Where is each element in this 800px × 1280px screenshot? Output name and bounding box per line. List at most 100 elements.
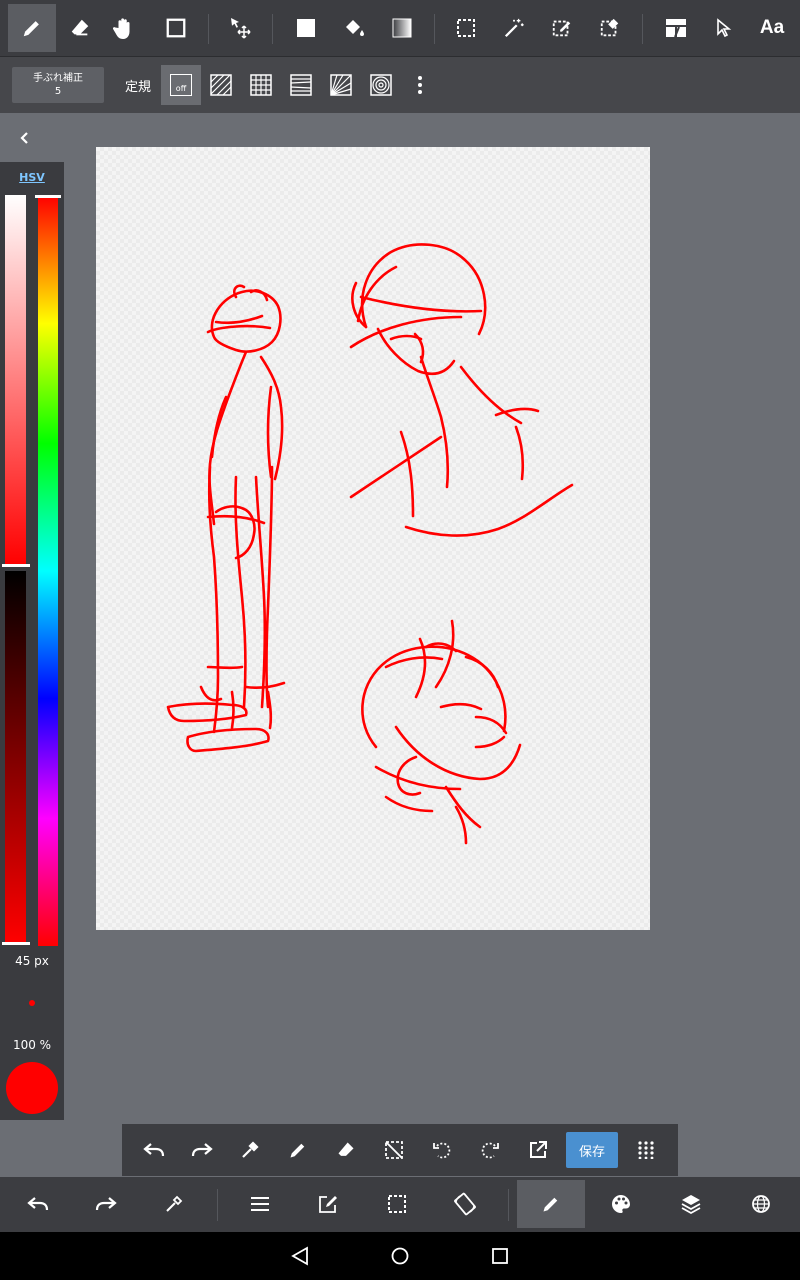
bottom-toolbar bbox=[0, 1177, 800, 1232]
quick-eyedropper-button[interactable] bbox=[230, 1130, 270, 1170]
rotate-screen-button[interactable] bbox=[441, 1180, 489, 1228]
brush-size-label[interactable]: 45 px bbox=[0, 954, 64, 968]
system-navigation-bar bbox=[0, 1232, 800, 1280]
stabilizer-button[interactable]: 手ぶれ補正 5 bbox=[12, 67, 104, 103]
collapse-panel-button[interactable] bbox=[12, 126, 36, 150]
sketch-drawing bbox=[166, 243, 574, 845]
pen-icon bbox=[288, 1140, 308, 1160]
edit-icon bbox=[318, 1194, 338, 1214]
stabilizer-value: 5 bbox=[54, 86, 62, 97]
opacity-label[interactable]: 100 % bbox=[0, 1038, 64, 1052]
separator bbox=[642, 14, 643, 44]
back-nav-icon bbox=[291, 1246, 309, 1266]
brush-options-bar: 手ぶれ補正 5 定規 off bbox=[0, 57, 800, 113]
brush-panel-button[interactable] bbox=[517, 1180, 585, 1228]
ruler-concentric-button[interactable] bbox=[361, 65, 401, 105]
quick-pen-button[interactable] bbox=[278, 1130, 318, 1170]
quick-undo-button[interactable] bbox=[134, 1130, 174, 1170]
brush-preview bbox=[29, 1000, 35, 1006]
eraser-tool-button[interactable] bbox=[56, 4, 104, 52]
quick-rotate-right-button[interactable] bbox=[470, 1130, 510, 1170]
saturation-slider[interactable] bbox=[5, 195, 26, 565]
hue-slider[interactable] bbox=[38, 196, 58, 946]
select-rect-tool-button[interactable] bbox=[442, 4, 490, 52]
frame-divider-button[interactable] bbox=[652, 4, 700, 52]
magic-wand-tool-button[interactable] bbox=[490, 4, 538, 52]
hsv-mode-toggle[interactable]: HSV bbox=[0, 171, 64, 184]
saturation-marker[interactable] bbox=[2, 564, 30, 567]
fill-rect-tool-button[interactable] bbox=[282, 4, 330, 52]
save-button[interactable]: 保存 bbox=[566, 1132, 618, 1168]
select-pen-tool-button[interactable] bbox=[538, 4, 586, 52]
magic-wand-icon bbox=[503, 17, 525, 39]
ruler-parallel-button[interactable] bbox=[201, 65, 241, 105]
eyedropper-button[interactable] bbox=[150, 1180, 198, 1228]
gradient-tool-button[interactable] bbox=[378, 4, 426, 52]
square-shape-icon bbox=[165, 17, 187, 39]
pen-tool-button[interactable] bbox=[8, 4, 56, 52]
separator bbox=[208, 14, 209, 44]
undo-button[interactable] bbox=[14, 1180, 62, 1228]
material-button[interactable] bbox=[737, 1180, 785, 1228]
ruler-radial-button[interactable] bbox=[321, 65, 361, 105]
main-toolbar: Aa bbox=[0, 0, 800, 57]
text-tool-label: Aa bbox=[759, 17, 785, 38]
chevron-left-icon bbox=[18, 131, 30, 145]
export-icon bbox=[528, 1140, 548, 1160]
more-options-button[interactable] bbox=[410, 75, 430, 95]
selection-icon bbox=[387, 1194, 407, 1214]
undo-icon bbox=[27, 1195, 49, 1213]
eraser-icon bbox=[336, 1140, 356, 1160]
stabilizer-label: 手ぶれ補正 bbox=[33, 73, 83, 84]
ruler-perspective-button[interactable] bbox=[281, 65, 321, 105]
move-icon bbox=[228, 16, 252, 40]
shape-tool-button[interactable] bbox=[152, 4, 200, 52]
pen-icon bbox=[21, 17, 43, 39]
color-palette-button[interactable] bbox=[597, 1180, 645, 1228]
redo-icon bbox=[95, 1195, 117, 1213]
globe-icon bbox=[751, 1194, 771, 1214]
rotate-screen-icon bbox=[453, 1192, 477, 1216]
ruler-off-icon: off bbox=[170, 74, 192, 96]
brightness-marker[interactable] bbox=[2, 942, 30, 945]
edit-button[interactable] bbox=[304, 1180, 352, 1228]
pointer-icon bbox=[714, 18, 734, 38]
home-nav-button[interactable] bbox=[386, 1242, 414, 1270]
bucket-tool-button[interactable] bbox=[330, 4, 378, 52]
separator bbox=[272, 14, 273, 44]
text-tool-button[interactable]: Aa bbox=[748, 4, 796, 52]
eyedropper-icon bbox=[164, 1194, 184, 1214]
select-eraser-tool-button[interactable] bbox=[586, 4, 634, 52]
quick-action-bar: 保存 bbox=[122, 1124, 678, 1176]
gradient-icon bbox=[392, 18, 412, 38]
quick-export-button[interactable] bbox=[518, 1130, 558, 1170]
hue-marker[interactable] bbox=[35, 195, 61, 198]
quick-redo-button[interactable] bbox=[182, 1130, 222, 1170]
redo-button[interactable] bbox=[82, 1180, 130, 1228]
eyedropper-icon bbox=[240, 1140, 260, 1160]
quick-eraser-button[interactable] bbox=[326, 1130, 366, 1170]
deselect-icon bbox=[384, 1140, 404, 1160]
bucket-icon bbox=[342, 16, 366, 40]
hand-tool-button[interactable] bbox=[100, 4, 148, 52]
quick-more-button[interactable] bbox=[626, 1130, 666, 1170]
separator bbox=[434, 14, 435, 44]
recents-nav-button[interactable] bbox=[486, 1242, 514, 1270]
current-color-swatch[interactable] bbox=[6, 1062, 58, 1114]
layers-button[interactable] bbox=[667, 1180, 715, 1228]
eraser-icon bbox=[69, 17, 91, 39]
move-tool-button[interactable] bbox=[216, 4, 264, 52]
quick-rotate-left-button[interactable] bbox=[422, 1130, 462, 1170]
selection-button[interactable] bbox=[373, 1180, 421, 1228]
back-nav-button[interactable] bbox=[286, 1242, 314, 1270]
rotate-left-icon bbox=[432, 1140, 452, 1160]
ruler-off-button[interactable]: off bbox=[161, 65, 201, 105]
hand-icon bbox=[113, 16, 135, 40]
operation-tool-button[interactable] bbox=[700, 4, 748, 52]
menu-button[interactable] bbox=[236, 1180, 284, 1228]
drawing-canvas[interactable] bbox=[96, 147, 650, 930]
quick-deselect-button[interactable] bbox=[374, 1130, 414, 1170]
select-pen-icon bbox=[551, 17, 573, 39]
ruler-grid-button[interactable] bbox=[241, 65, 281, 105]
brightness-slider[interactable] bbox=[5, 571, 26, 943]
